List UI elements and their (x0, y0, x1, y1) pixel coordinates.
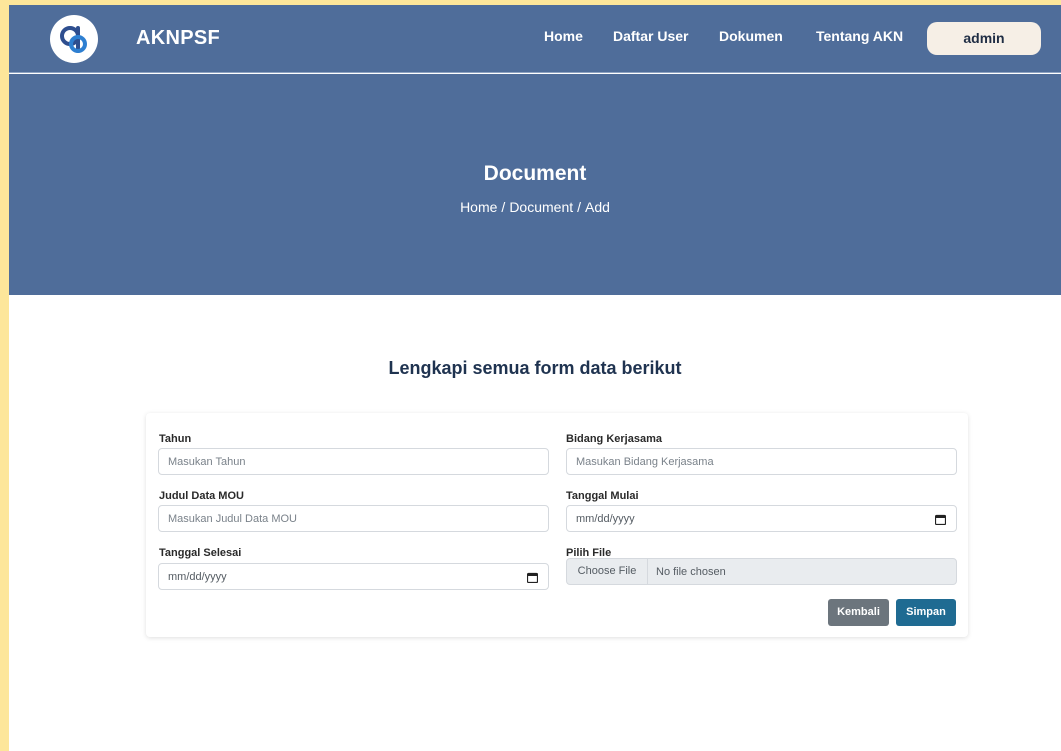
bidang-kerjasama-input[interactable] (566, 448, 957, 475)
form-heading: Lengkapi semua form data berikut (388, 358, 682, 378)
tahun-label: Tahun (159, 433, 192, 445)
admin-user-button[interactable]: admin (927, 22, 1041, 55)
breadcrumb: Home / Document / Add (9, 199, 1061, 215)
simpan-button[interactable]: Simpan (896, 599, 956, 626)
calendar-icon[interactable] (527, 572, 538, 583)
tahun-input[interactable] (158, 448, 549, 475)
breadcrumb-add: Add (585, 199, 610, 215)
navbar: AKNPSF Home Daftar User Dokumen Tentang … (9, 5, 1061, 73)
nav-home[interactable]: Home (544, 28, 583, 44)
form-card: Tahun Bidang Kerjasama Judul Data MOU Ta… (146, 413, 968, 637)
nav-dokumen[interactable]: Dokumen (719, 28, 783, 44)
page: AKNPSF Home Daftar User Dokumen Tentang … (9, 5, 1061, 751)
tanggal-selesai-input[interactable]: mm/dd/yyyy (158, 563, 549, 590)
nav-tentang-akn[interactable]: Tentang AKN (816, 28, 903, 44)
logo-icon (60, 26, 87, 53)
kembali-button[interactable]: Kembali (828, 599, 889, 626)
nav-daftar-user[interactable]: Daftar User (613, 28, 688, 44)
breadcrumb-document[interactable]: Document (509, 199, 573, 215)
calendar-icon[interactable] (935, 514, 946, 525)
file-input[interactable]: Choose File No file chosen (566, 558, 957, 585)
tanggal-selesai-value: mm/dd/yyyy (168, 571, 227, 583)
page-title: Document (483, 162, 587, 185)
judul-mou-input[interactable] (158, 505, 549, 532)
choose-file-button[interactable]: Choose File (567, 559, 648, 584)
judul-mou-label: Judul Data MOU (159, 490, 244, 502)
file-status: No file chosen (656, 566, 726, 578)
breadcrumb-home[interactable]: Home (460, 199, 497, 215)
brand-title[interactable]: AKNPSF (136, 27, 220, 50)
breadcrumb-separator: / (577, 199, 582, 215)
bidang-kerjasama-label: Bidang Kerjasama (566, 433, 662, 445)
breadcrumb-separator: / (501, 199, 506, 215)
logo[interactable] (50, 15, 98, 63)
hero-banner: Document Home / Document / Add (9, 74, 1061, 295)
tanggal-mulai-input[interactable]: mm/dd/yyyy (566, 505, 957, 532)
tanggal-selesai-label: Tanggal Selesai (159, 547, 242, 559)
tanggal-mulai-value: mm/dd/yyyy (576, 513, 635, 525)
tanggal-mulai-label: Tanggal Mulai (566, 490, 639, 502)
